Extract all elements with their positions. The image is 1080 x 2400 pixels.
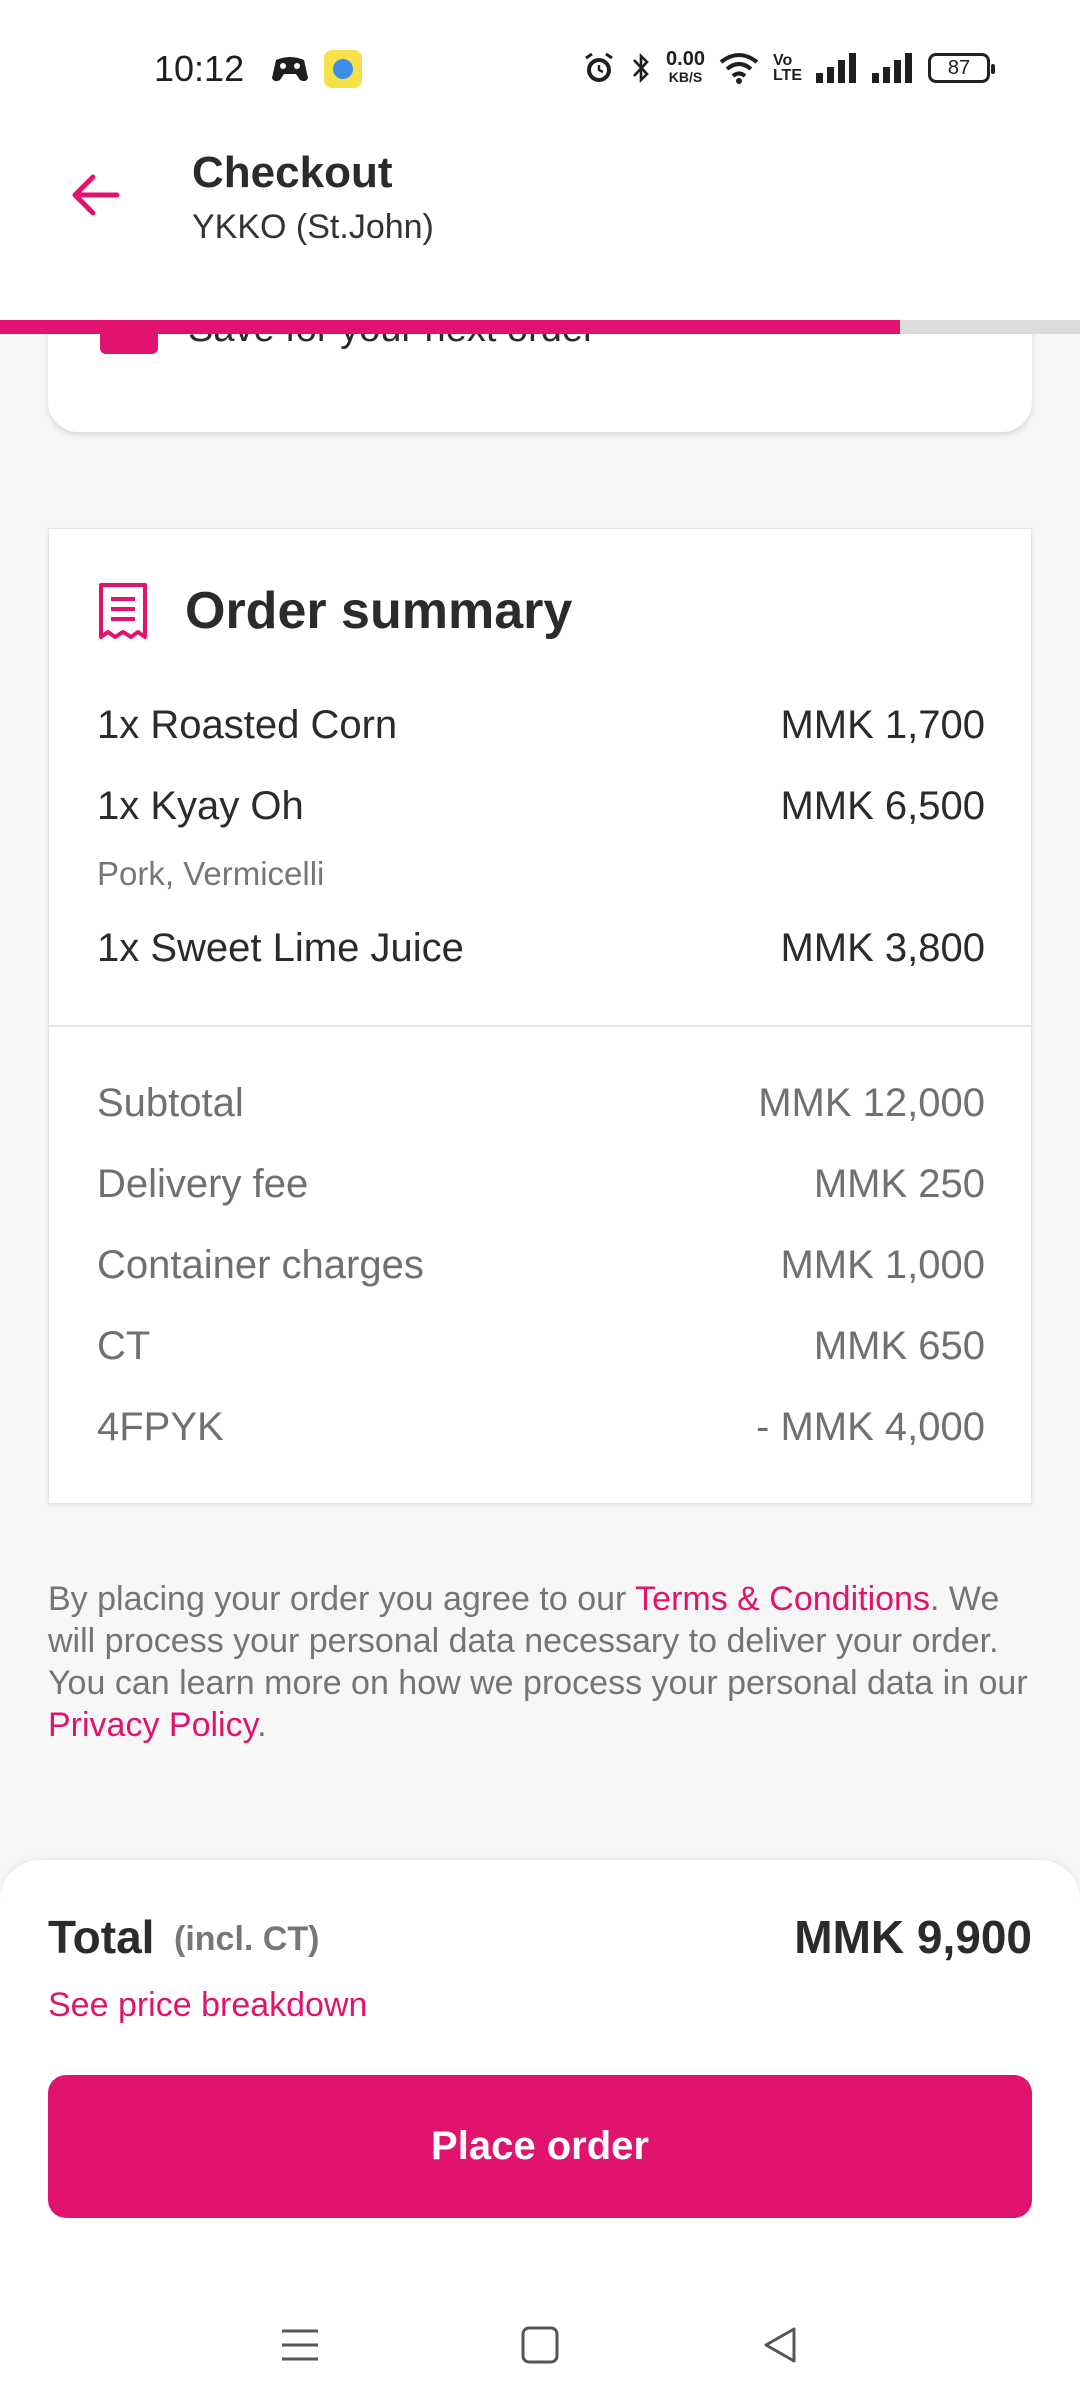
- item-name: 1x Kyay Oh: [97, 784, 304, 828]
- bluetooth-icon: [633, 52, 649, 84]
- signal-icon-2: [872, 53, 912, 83]
- summary-divider: [49, 1025, 1031, 1027]
- item-options: Pork, Vermicelli: [97, 855, 325, 892]
- fee-label: Delivery fee: [97, 1162, 309, 1206]
- fee-row-voucher: 4FPYK - MMK 4,000: [97, 1405, 985, 1450]
- order-item: 1x Kyay Oh MMK 6,500: [97, 784, 985, 829]
- restaurant-name: YKKO (St.John): [192, 208, 434, 246]
- app-notification-icon: [324, 50, 362, 88]
- checkout-progress-bar: [0, 320, 1080, 334]
- wifi-icon: [719, 53, 759, 84]
- item-price: MMK 6,500: [780, 784, 985, 828]
- game-controller-icon: [272, 57, 308, 82]
- back-button[interactable]: [60, 160, 130, 230]
- fee-value: MMK 12,000: [758, 1081, 985, 1125]
- privacy-policy-link[interactable]: Privacy Policy: [48, 1706, 257, 1744]
- see-price-breakdown-link[interactable]: See price breakdown: [48, 1986, 367, 2025]
- total-note: (incl. CT): [174, 1920, 320, 1958]
- status-icons: 0.00 KB/S Vo LTE 87: [582, 48, 995, 86]
- legal-text: By placing your order you agree to our: [48, 1580, 636, 1618]
- fee-value: MMK 650: [813, 1324, 985, 1368]
- status-bar: 10:12 0.00 KB/S Vo LTE 87: [0, 0, 1080, 130]
- total-value: MMK 9,900: [794, 1911, 1032, 1963]
- menu-nav-button[interactable]: [270, 2315, 330, 2375]
- order-item: 1x Roasted Corn MMK 1,700: [97, 703, 985, 748]
- fee-label: Container charges: [97, 1243, 424, 1287]
- network-speed: 0.00 KB/S: [666, 48, 705, 86]
- home-square-icon: [521, 2326, 559, 2364]
- arrow-left-icon: [72, 174, 120, 216]
- volte-indicator: Vo LTE: [772, 52, 802, 84]
- fee-label: 4FPYK: [97, 1405, 224, 1449]
- order-summary-header: Order summary: [97, 581, 572, 641]
- order-item: 1x Sweet Lime Juice MMK 3,800: [97, 926, 985, 971]
- order-summary-card: Order summary 1x Roasted Corn MMK 1,700 …: [48, 528, 1032, 1504]
- battery-indicator: 87: [928, 53, 995, 83]
- system-nav-bar: [0, 2290, 1080, 2400]
- fee-row-delivery: Delivery fee MMK 250: [97, 1162, 985, 1207]
- item-price: MMK 3,800: [780, 926, 985, 970]
- fee-label: CT: [97, 1324, 151, 1368]
- total-label: Total: [48, 1911, 155, 1963]
- fee-row-subtotal: Subtotal MMK 12,000: [97, 1081, 985, 1126]
- home-nav-button[interactable]: [510, 2315, 570, 2375]
- page-title: Checkout: [192, 148, 393, 197]
- network-speed-unit: KB/S: [668, 69, 703, 85]
- legal-text: .: [257, 1706, 267, 1744]
- terms-link[interactable]: Terms & Conditions: [635, 1580, 930, 1618]
- order-summary-title: Order summary: [185, 582, 573, 640]
- fee-label: Subtotal: [97, 1081, 244, 1125]
- notification-icons: [270, 50, 362, 88]
- volte-bottom: LTE: [772, 67, 802, 84]
- fee-value: - MMK 4,000: [756, 1405, 985, 1449]
- back-nav-button[interactable]: [750, 2315, 810, 2375]
- fee-row-ct: CT MMK 650: [97, 1324, 985, 1369]
- item-price: MMK 1,700: [780, 703, 985, 747]
- back-triangle-icon: [764, 2327, 796, 2363]
- signal-icon: [816, 53, 856, 83]
- network-speed-value: 0.00: [666, 48, 705, 70]
- place-order-button[interactable]: Place order: [48, 2075, 1032, 2218]
- checkout-progress-fill: [0, 320, 900, 334]
- fee-value: MMK 250: [813, 1162, 985, 1206]
- fee-value: MMK 1,000: [780, 1243, 985, 1287]
- fee-row-container: Container charges MMK 1,000: [97, 1243, 985, 1288]
- item-name: 1x Roasted Corn: [97, 703, 398, 747]
- app-header: Checkout YKKO (St.John): [0, 130, 1080, 334]
- menu-icon: [282, 2329, 318, 2361]
- legal-notice: By placing your order you agree to our T…: [48, 1578, 1038, 1746]
- volte-top: Vo: [772, 52, 793, 69]
- receipt-icon: [99, 583, 147, 639]
- status-time: 10:12: [154, 48, 245, 89]
- alarm-icon: [585, 52, 613, 82]
- item-name: 1x Sweet Lime Juice: [97, 926, 464, 970]
